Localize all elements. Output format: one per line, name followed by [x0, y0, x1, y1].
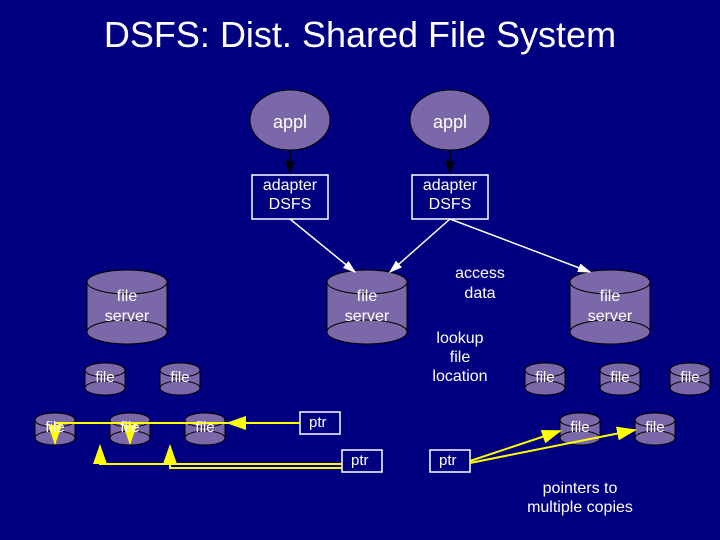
arrow-ptr3-file-R5 — [470, 430, 635, 463]
fs-right-line1: file — [570, 288, 650, 306]
fs-left-line1: file — [87, 288, 167, 306]
appl-label-right: appl — [430, 112, 470, 133]
fs-mid-line1: file — [327, 288, 407, 306]
arrow-ptr1-file-L3 — [55, 423, 300, 443]
file-label-R3: file — [670, 369, 710, 386]
file-label-R5: file — [635, 419, 675, 436]
arrow-ptr2-file-L2a — [100, 446, 342, 464]
adapter-label-right-2: DSFS — [412, 196, 488, 214]
access-label-2: data — [440, 285, 520, 303]
file-label-L3: file — [35, 419, 75, 436]
lookup-label-1: lookup — [420, 330, 500, 348]
fs-left-line2: server — [87, 308, 167, 326]
file-label-R4: file — [560, 419, 600, 436]
file-label-L5: file — [185, 419, 225, 436]
file-label-R2: file — [600, 369, 640, 386]
adapter-label-left-1: adapter — [252, 177, 328, 195]
lookup-label-2: file — [420, 349, 500, 367]
file-label-L2: file — [160, 369, 200, 386]
adapter-label-left-2: DSFS — [252, 196, 328, 214]
adapter-label-right-1: adapter — [412, 177, 488, 195]
appl-label-left: appl — [270, 112, 310, 133]
ptr-label-2: ptr — [351, 452, 369, 469]
file-label-R1: file — [525, 369, 565, 386]
pointers-label-1: pointers to — [500, 480, 660, 498]
fs-mid-line2: server — [327, 308, 407, 326]
fs-right-line2: server — [570, 308, 650, 326]
ptr-label-1: ptr — [309, 414, 327, 431]
arrow-ptr3-file-R4 — [470, 431, 560, 461]
arrow-adapter-left-to-fs — [290, 219, 355, 272]
pointers-label-2: multiple copies — [500, 499, 660, 517]
lookup-label-3: location — [420, 368, 500, 386]
file-label-L1: file — [85, 369, 125, 386]
file-label-L4: file — [110, 419, 150, 436]
page-title: DSFS: Dist. Shared File System — [0, 14, 720, 56]
ptr-label-3: ptr — [439, 452, 457, 469]
access-label-1: access — [440, 265, 520, 283]
